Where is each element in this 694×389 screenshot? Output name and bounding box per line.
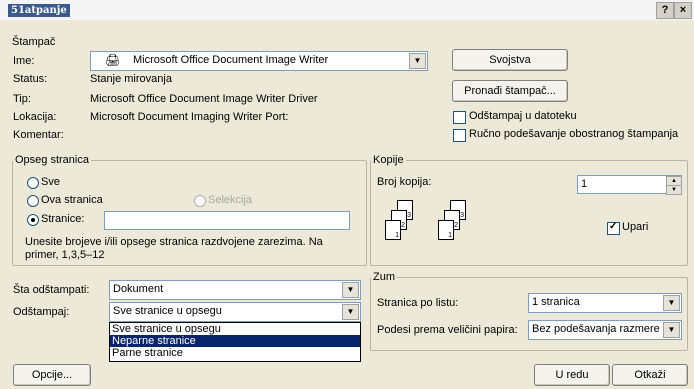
print-what-select[interactable]: Dokument ▼: [109, 280, 361, 300]
manual-duplex-label: Ručno podešavanje obostranog štampanja: [469, 128, 679, 140]
page-range-current-radio[interactable]: [27, 195, 39, 207]
page-range-hint: Unesite brojeve i/ili opsege stranica ra…: [25, 236, 323, 261]
chevron-down-icon[interactable]: ▼: [663, 322, 680, 338]
page-range-all-label: Sve: [41, 176, 60, 188]
page-range-all-radio[interactable]: [27, 177, 39, 189]
print-what-label: Šta odštampati:: [13, 284, 90, 296]
options-button[interactable]: Opcije...: [13, 364, 91, 386]
print-to-file-checkbox[interactable]: [453, 111, 466, 124]
print-option[interactable]: Parne stranice: [110, 347, 360, 359]
page-range-pages-input[interactable]: [104, 211, 350, 230]
print-to-file-label: Odštampaj u datoteku: [469, 110, 577, 122]
print-option-selected[interactable]: Neparne stranice: [110, 335, 360, 347]
properties-button[interactable]: Svojstva: [452, 49, 568, 71]
window-title: 51atpanje: [8, 4, 70, 17]
print-label: Odštampaj:: [13, 306, 70, 318]
print-dropdown-list: Sve stranice u opsegu Neparne stranice P…: [109, 322, 361, 362]
location-value: Microsoft Document Imaging Writer Port:: [90, 111, 289, 123]
copies-count-label: Broj kopija:: [377, 176, 432, 188]
type-label: Tip:: [13, 93, 31, 105]
find-printer-button[interactable]: Pronađi štampač...: [452, 80, 568, 102]
zoom-label: Zum: [371, 271, 397, 283]
manual-duplex-checkbox[interactable]: [453, 129, 466, 142]
close-button[interactable]: ×: [674, 2, 692, 19]
help-button[interactable]: ?: [656, 2, 674, 19]
collate-page: 1: [385, 220, 401, 240]
printer-name-select[interactable]: 🖨 Microsoft Office Document Image Writer…: [90, 51, 428, 71]
page-range-pages-label: Stranice:: [41, 213, 85, 225]
chevron-down-icon[interactable]: ▼: [409, 53, 426, 69]
printer-name-value: Microsoft Office Document Image Writer: [133, 54, 329, 66]
collate-checkbox[interactable]: ✓: [607, 221, 620, 235]
status-value: Stanje mirovanja: [90, 73, 172, 85]
pages-per-sheet-label: Stranica po listu:: [377, 297, 459, 309]
print-option[interactable]: Sve stranice u opsegu: [110, 323, 360, 335]
print-select[interactable]: Sve stranice u opsegu ▼: [109, 302, 361, 322]
printer-icon: 🖨: [105, 53, 121, 67]
status-label: Status:: [13, 73, 48, 85]
page-range-current-label: Ova stranica: [41, 194, 103, 206]
ok-button[interactable]: U redu: [534, 364, 610, 386]
page-range-selection-radio[interactable]: [194, 195, 206, 207]
pages-per-sheet-select[interactable]: 1 stranica ▼: [528, 293, 682, 313]
copies-label: Kopije: [371, 154, 406, 166]
collate-label: Upari: [622, 221, 649, 233]
page-range-selection-label: Selekcija: [208, 194, 253, 206]
scale-select[interactable]: Bez podešavanja razmere ▼: [528, 320, 682, 340]
cancel-button[interactable]: Otkaži: [612, 364, 688, 386]
chevron-down-icon[interactable]: ▼: [342, 304, 359, 320]
check-icon: ✓: [609, 221, 618, 232]
title-bar: [0, 0, 694, 20]
comment-label: Komentar:: [13, 129, 64, 141]
chevron-down-icon[interactable]: ▼: [663, 295, 680, 311]
printer-name-label: Ime:: [13, 55, 35, 67]
scale-label: Podesi prema veličini papira:: [377, 324, 518, 336]
printer-group-label: Štampač: [12, 36, 56, 48]
page-range-label: Opseg stranica: [13, 154, 91, 166]
chevron-down-icon[interactable]: ▼: [342, 282, 359, 298]
location-label: Lokacija:: [13, 111, 57, 123]
collate-page: 1: [438, 220, 454, 240]
copies-decrement-button[interactable]: ▼: [666, 185, 682, 195]
page-range-pages-radio[interactable]: [27, 214, 39, 226]
type-value: Microsoft Office Document Image Writer D…: [90, 93, 318, 105]
